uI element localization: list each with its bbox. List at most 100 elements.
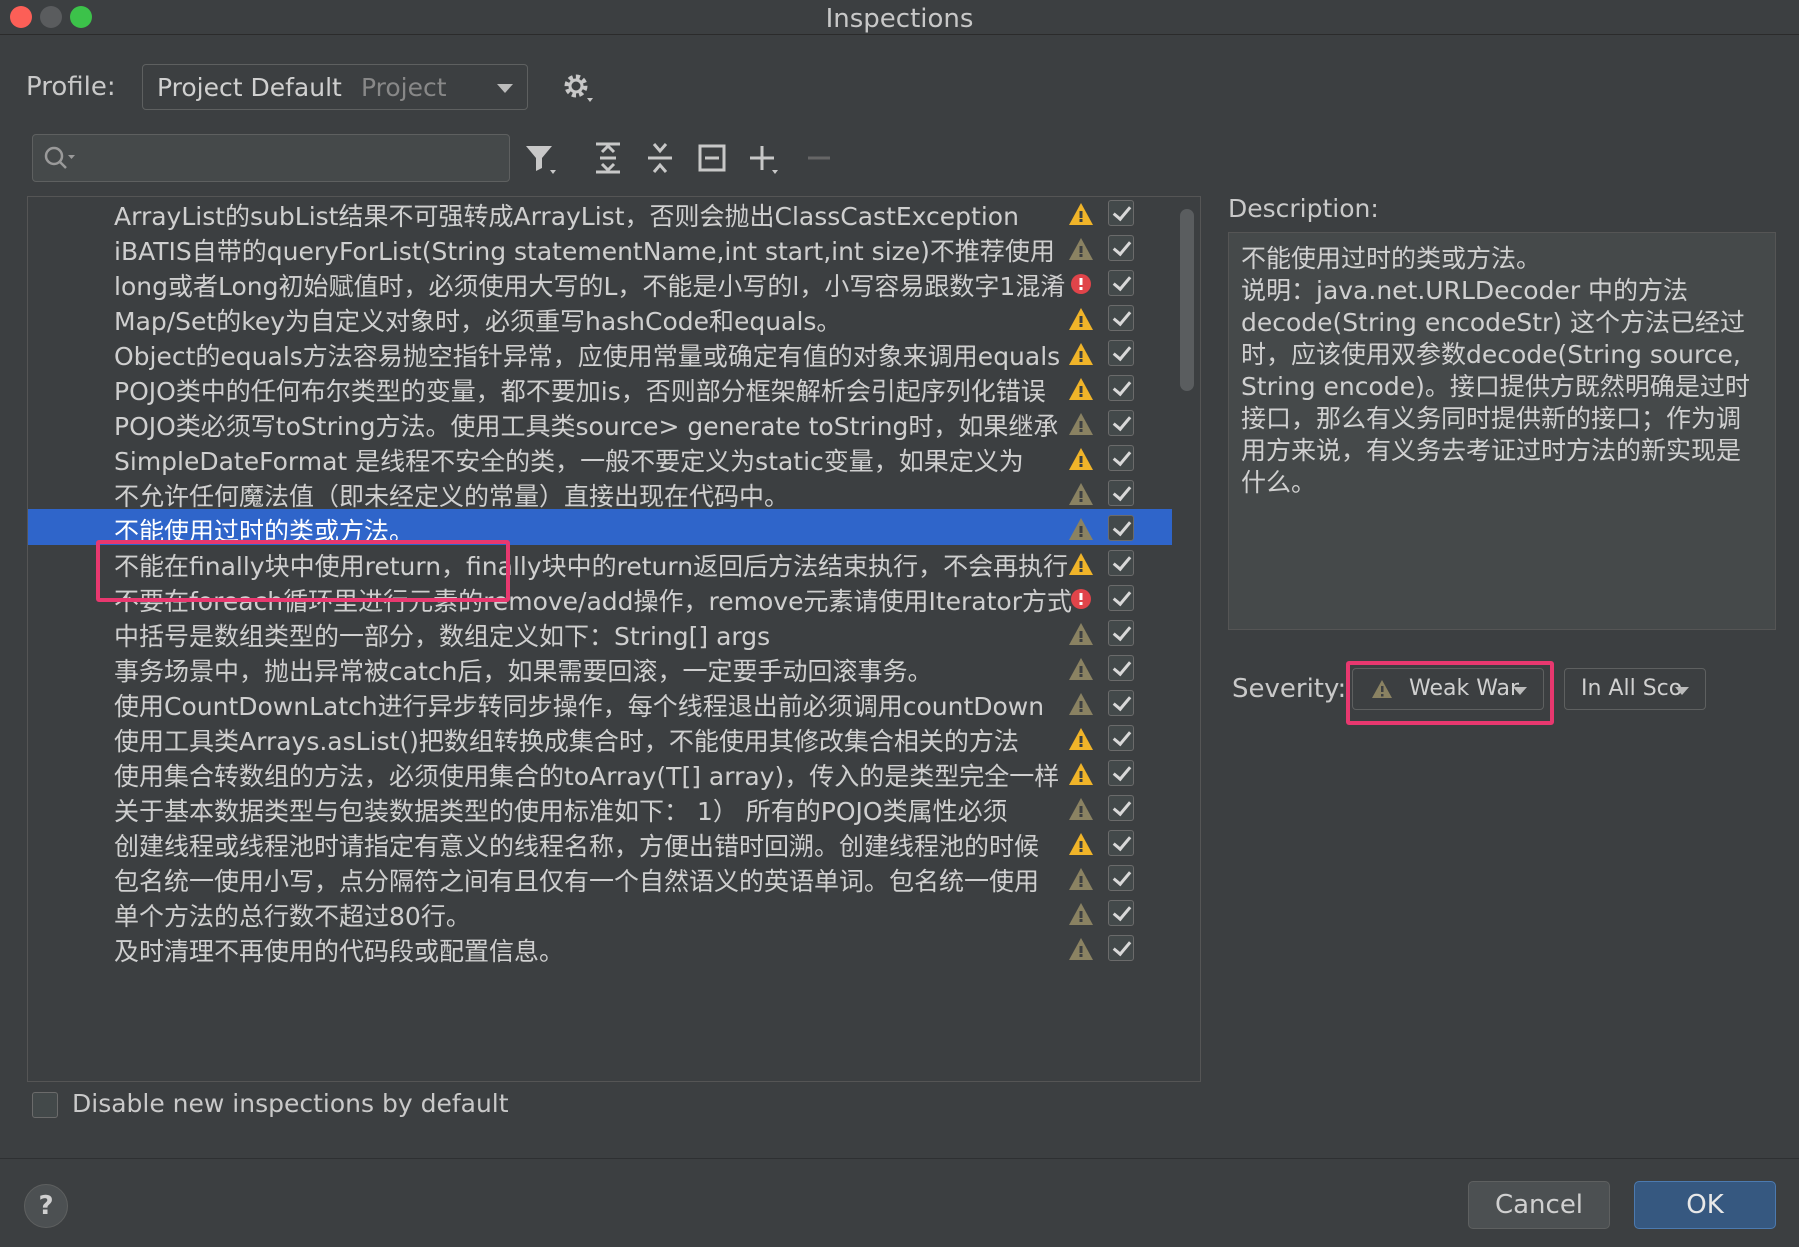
warning-icon	[1069, 833, 1093, 855]
chevron-down-icon	[1675, 687, 1689, 695]
inspection-label: 不允许任何魔法值（即未经定义的常量）直接出现在代码中。	[114, 482, 790, 511]
inspection-enabled-checkbox[interactable]	[1108, 270, 1134, 296]
weak-warning-icon	[1069, 798, 1093, 820]
expand-all-icon[interactable]	[588, 138, 628, 178]
inspection-enabled-checkbox[interactable]	[1108, 655, 1134, 681]
add-icon[interactable]	[744, 138, 784, 178]
inspection-enabled-checkbox[interactable]	[1108, 865, 1134, 891]
inspection-label: POJO类中的任何布尔类型的变量，都不要加is，否则部分框架解析会引起序列化错误	[114, 377, 1046, 406]
inspection-enabled-checkbox[interactable]	[1108, 725, 1134, 751]
inspection-enabled-checkbox[interactable]	[1108, 935, 1134, 961]
inspection-row[interactable]: long或者Long初始赋值时，必须使用大写的L，不能是小写的l，小写容易跟数字…	[28, 264, 1172, 304]
inspection-row[interactable]: 包名统一使用小写，点分隔符之间有且仅有一个自然语义的英语单词。包名统一使用	[28, 859, 1172, 899]
collapse-all-icon[interactable]	[640, 138, 680, 178]
inspection-row[interactable]: iBATIS自带的queryForList(String statementNa…	[28, 229, 1172, 269]
severity-label: Severity:	[1232, 674, 1347, 704]
inspection-label: 包名统一使用小写，点分隔符之间有且仅有一个自然语义的英语单词。包名统一使用	[114, 867, 1040, 896]
inspection-row[interactable]: 使用CountDownLatch进行异步转同步操作，每个线程退出前必须调用cou…	[28, 684, 1172, 724]
cancel-button[interactable]: Cancel	[1468, 1181, 1610, 1229]
inspection-enabled-checkbox[interactable]	[1108, 445, 1134, 471]
weak-warning-icon	[1069, 938, 1093, 960]
inspection-label: iBATIS自带的queryForList(String statementNa…	[114, 237, 1055, 266]
profile-value: Project Default	[157, 73, 342, 102]
weak-warning-icon	[1069, 693, 1093, 715]
inspection-row[interactable]: Map/Set的key为自定义对象时，必须重写hashCode和equals。	[28, 299, 1172, 339]
remove-icon	[808, 156, 830, 160]
gear-icon[interactable]	[560, 70, 596, 106]
inspection-enabled-checkbox[interactable]	[1108, 795, 1134, 821]
inspection-row[interactable]: 关于基本数据类型与包装数据类型的使用标准如下： 1） 所有的POJO类属性必须	[28, 789, 1172, 829]
inspection-label: 单个方法的总行数不超过80行。	[114, 902, 471, 931]
weak-warning-icon	[1069, 413, 1093, 435]
inspection-enabled-checkbox[interactable]	[1108, 690, 1134, 716]
inspection-row[interactable]: Object的equals方法容易抛空指针异常，应使用常量或确定有值的对象来调用…	[28, 334, 1172, 374]
inspection-enabled-checkbox[interactable]	[1108, 620, 1134, 646]
inspection-row[interactable]: ArrayList的subList结果不可强转成ArrayList，否则会抛出C…	[28, 197, 1172, 234]
inspection-enabled-checkbox[interactable]	[1108, 235, 1134, 261]
disable-new-inspections-checkbox[interactable]	[32, 1092, 58, 1118]
selected-item-highlight	[96, 540, 510, 602]
weak-warning-icon	[1069, 868, 1093, 890]
description-label: Description:	[1228, 194, 1379, 223]
profile-label: Profile:	[26, 72, 116, 102]
inspection-enabled-checkbox[interactable]	[1108, 375, 1134, 401]
inspection-row[interactable]: 创建线程或线程池时请指定有意义的线程名称，方便出错时回溯。创建线程池的时候	[28, 824, 1172, 864]
inspection-enabled-checkbox[interactable]	[1108, 305, 1134, 331]
error-icon	[1071, 274, 1091, 294]
inspection-enabled-checkbox[interactable]	[1108, 830, 1134, 856]
ok-button[interactable]: OK	[1634, 1181, 1776, 1229]
inspection-row[interactable]: POJO类必须写toString方法。使用工具类source> generate…	[28, 404, 1172, 444]
inspections-tree[interactable]: 及时清理不再使用的代码段或配置信息。 单个方法的总行数不超过80行。 包名统一使用小…	[27, 196, 1201, 1082]
inspection-row[interactable]: 使用工具类Arrays.asList()把数组转换成集合时，不能使用其修改集合相…	[28, 719, 1172, 759]
warning-icon	[1069, 378, 1093, 400]
inspection-label: 事务场景中，抛出异常被catch后，如果需要回滚，一定要手动回滚事务。	[114, 657, 933, 686]
inspection-enabled-checkbox[interactable]	[1108, 900, 1134, 926]
inspection-label: Object的equals方法容易抛空指针异常，应使用常量或确定有值的对象来调用…	[114, 342, 1061, 371]
inspection-row[interactable]: 及时清理不再使用的代码段或配置信息。	[28, 929, 1172, 969]
warning-icon	[1069, 448, 1093, 470]
inspection-label: 中括号是数组类型的一部分，数组定义如下：String[] args	[114, 622, 771, 651]
scope-dropdown[interactable]: In All Scopes	[1564, 668, 1706, 710]
inspection-row[interactable]: POJO类中的任何布尔类型的变量，都不要加is，否则部分框架解析会引起序列化错误	[28, 369, 1172, 409]
filter-icon[interactable]	[520, 138, 560, 178]
severity-highlight	[1346, 661, 1554, 725]
inspection-row[interactable]: 中括号是数组类型的一部分，数组定义如下：String[] args	[28, 614, 1172, 654]
inspection-enabled-checkbox[interactable]	[1108, 515, 1134, 541]
warning-icon	[1069, 203, 1093, 225]
warning-icon	[1069, 728, 1093, 750]
weak-warning-icon	[1069, 238, 1093, 260]
inspection-label: SimpleDateFormat 是线程不安全的类，一般不要定义为static变…	[114, 447, 1024, 476]
inspection-row[interactable]: 单个方法的总行数不超过80行。	[28, 894, 1172, 934]
warning-icon	[1069, 553, 1093, 575]
inspection-row[interactable]: 使用集合转数组的方法，必须使用集合的toArray(T[] array)，传入的…	[28, 754, 1172, 794]
inspection-label: POJO类必须写toString方法。使用工具类source> generate…	[114, 412, 1059, 441]
inspection-enabled-checkbox[interactable]	[1108, 480, 1134, 506]
help-button[interactable]: ?	[24, 1184, 68, 1228]
inspection-label: ArrayList的subList结果不可强转成ArrayList，否则会抛出C…	[114, 202, 1019, 231]
inspection-row[interactable]: 不允许任何魔法值（即未经定义的常量）直接出现在代码中。	[28, 474, 1172, 514]
inspection-enabled-checkbox[interactable]	[1108, 760, 1134, 786]
footer-divider	[0, 1158, 1799, 1159]
inspection-label: 使用工具类Arrays.asList()把数组转换成集合时，不能使用其修改集合相…	[114, 727, 1019, 756]
inspection-row[interactable]: SimpleDateFormat 是线程不安全的类，一般不要定义为static变…	[28, 439, 1172, 479]
chevron-down-icon	[497, 84, 513, 93]
inspection-enabled-checkbox[interactable]	[1108, 200, 1134, 226]
profile-dropdown[interactable]: Project Default Project	[142, 64, 528, 110]
search-field[interactable]	[32, 134, 510, 182]
inspection-label: 使用CountDownLatch进行异步转同步操作，每个线程退出前必须调用cou…	[114, 692, 1045, 721]
description-text: 不能使用过时的类或方法。 说明：java.net.URLDecoder 中的方法…	[1228, 232, 1776, 630]
scope-value: In All Scopes	[1581, 676, 1681, 701]
inspection-enabled-checkbox[interactable]	[1108, 340, 1134, 366]
inspection-label: long或者Long初始赋值时，必须使用大写的L，不能是小写的l，小写容易跟数字…	[114, 272, 1066, 301]
search-input[interactable]	[87, 141, 501, 177]
warning-icon	[1069, 343, 1093, 365]
inspection-enabled-checkbox[interactable]	[1108, 410, 1134, 436]
tree-scrollbar[interactable]	[1180, 209, 1194, 391]
inspection-enabled-checkbox[interactable]	[1108, 550, 1134, 576]
reset-icon[interactable]	[692, 138, 732, 178]
inspection-enabled-checkbox[interactable]	[1108, 585, 1134, 611]
inspection-row[interactable]: 事务场景中，抛出异常被catch后，如果需要回滚，一定要手动回滚事务。	[28, 649, 1172, 689]
disable-new-inspections-label: Disable new inspections by default	[72, 1089, 509, 1118]
weak-warning-icon	[1069, 518, 1093, 540]
warning-icon	[1069, 308, 1093, 330]
